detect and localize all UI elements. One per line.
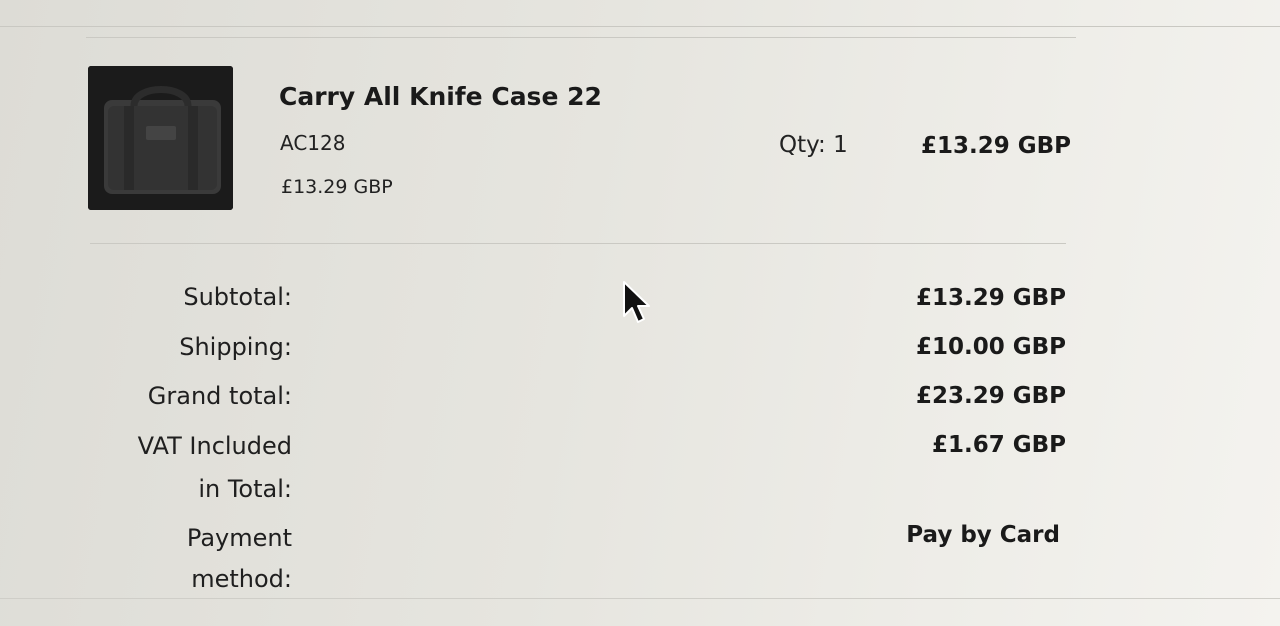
- payment-method-value: Pay by Card: [906, 522, 1060, 548]
- line-total: £13.29 GBP: [920, 133, 1071, 159]
- product-thumbnail[interactable]: [88, 66, 233, 210]
- vat-label-line1: VAT Included: [137, 432, 292, 460]
- page-bottom-border: [0, 598, 1280, 599]
- bag-icon: [88, 66, 233, 210]
- quantity-label: Qty: 1: [779, 132, 848, 158]
- product-unit-price: £13.29 GBP: [281, 176, 393, 198]
- grand-total-label: Grand total:: [147, 382, 292, 410]
- vat-label-line2: in Total:: [198, 475, 292, 503]
- subtotal-value: £13.29 GBP: [915, 285, 1066, 311]
- product-name[interactable]: Carry All Knife Case 22: [279, 82, 602, 111]
- shipping-label: Shipping:: [179, 333, 292, 361]
- vat-value: £1.67 GBP: [931, 432, 1066, 458]
- item-bottom-divider: [90, 243, 1066, 244]
- subtotal-label: Subtotal:: [183, 283, 292, 311]
- shipping-value: £10.00 GBP: [915, 334, 1066, 360]
- payment-label-line1: Payment: [186, 524, 292, 552]
- payment-label-line2: method:: [191, 565, 292, 593]
- grand-total-value: £23.29 GBP: [915, 383, 1066, 409]
- product-sku: AC128: [280, 131, 346, 155]
- item-top-divider: [86, 37, 1076, 38]
- mouse-pointer-icon: [623, 281, 650, 323]
